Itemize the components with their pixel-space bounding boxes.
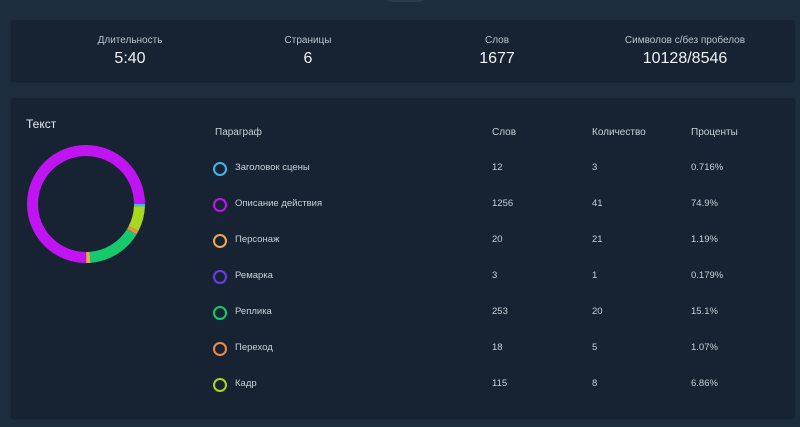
paragraph-name: Переход (235, 342, 273, 353)
percent-value: 1.07% (691, 342, 718, 353)
legend-marker-icon (213, 198, 227, 212)
legend-marker-icon (213, 342, 227, 356)
table-row: Заголовок сцены 12 3 0.716% (11, 159, 795, 179)
table-row: Ремарка 3 1 0.179% (11, 267, 795, 287)
stat-pages: Страницы 6 (208, 35, 408, 69)
statistics-summary-card: Длительность 5:40 Страницы 6 Слов 1677 С… (11, 20, 795, 81)
word-count: 253 (492, 306, 508, 317)
paragraph-name: Заголовок сцены (235, 162, 310, 173)
legend-marker-icon (213, 306, 227, 320)
occurrence-count: 20 (592, 306, 603, 317)
word-count: 12 (492, 162, 503, 173)
column-header-percent: Проценты (691, 127, 738, 138)
stat-words-value: 1677 (479, 50, 515, 67)
section-title: Текст (26, 117, 57, 131)
legend-marker-icon (213, 234, 227, 248)
word-count: 18 (492, 342, 503, 353)
legend-marker-icon (213, 378, 227, 392)
percent-value: 6.86% (691, 378, 718, 389)
stat-characters-value: 10128/8546 (642, 50, 728, 67)
stat-pages-label: Страницы (284, 35, 332, 46)
column-header-count: Количество (592, 127, 646, 138)
word-count: 3 (492, 270, 498, 281)
paragraph-name: Реплика (235, 306, 272, 317)
top-tab-handle[interactable] (384, 0, 426, 2)
text-breakdown-card: Текст Параграф Слов Количество Проценты … (11, 98, 795, 418)
percent-value: 0.179% (691, 270, 724, 281)
paragraph-name: Персонаж (235, 234, 280, 245)
stat-duration: Длительность 5:40 (30, 35, 230, 69)
occurrence-count: 1 (592, 270, 598, 281)
word-count: 115 (492, 378, 508, 389)
column-header-words: Слов (492, 127, 517, 138)
table-row: Переход 18 5 1.07% (11, 339, 795, 359)
paragraph-name: Кадр (235, 378, 257, 389)
occurrence-count: 5 (592, 342, 598, 353)
table-row: Реплика 253 20 15.1% (11, 303, 795, 323)
legend-marker-icon (213, 270, 227, 284)
percent-value: 15.1% (691, 306, 718, 317)
table-row: Персонаж 20 21 1.19% (11, 231, 795, 251)
column-header-paragraph: Параграф (215, 127, 262, 138)
occurrence-count: 21 (592, 234, 603, 245)
stat-words: Слов 1677 (397, 35, 597, 69)
occurrence-count: 8 (592, 378, 598, 389)
occurrence-count: 41 (592, 198, 603, 209)
stat-duration-label: Длительность (97, 35, 163, 46)
stat-characters-label: Символов с/без пробелов (624, 35, 746, 46)
stat-characters: Символов с/без пробелов 10128/8546 (585, 35, 785, 69)
occurrence-count: 3 (592, 162, 598, 173)
percent-value: 74.9% (691, 198, 718, 209)
table-row: Кадр 115 8 6.86% (11, 375, 795, 395)
word-count: 1256 (492, 198, 514, 209)
stat-words-label: Слов (484, 35, 510, 46)
legend-marker-icon (213, 162, 227, 176)
paragraph-name: Описание действия (235, 198, 323, 209)
stat-duration-value: 5:40 (114, 50, 146, 67)
paragraph-name: Ремарка (235, 270, 273, 281)
stat-pages-value: 6 (303, 50, 313, 67)
word-count: 20 (492, 234, 503, 245)
table-row: Описание действия 1256 41 74.9% (11, 195, 795, 215)
percent-value: 0.716% (691, 162, 724, 173)
percent-value: 1.19% (691, 234, 718, 245)
